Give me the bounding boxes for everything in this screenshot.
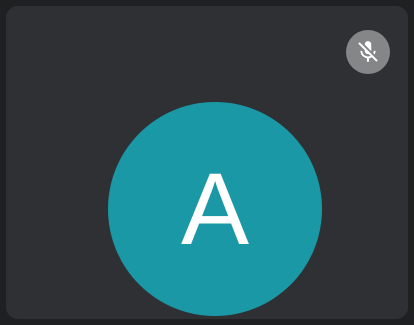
mic-muted-indicator[interactable] bbox=[346, 30, 390, 74]
avatar: A bbox=[108, 102, 322, 316]
participant-tile[interactable]: A bbox=[6, 6, 408, 319]
avatar-initial: A bbox=[180, 152, 250, 266]
mic-off-icon bbox=[355, 39, 381, 65]
